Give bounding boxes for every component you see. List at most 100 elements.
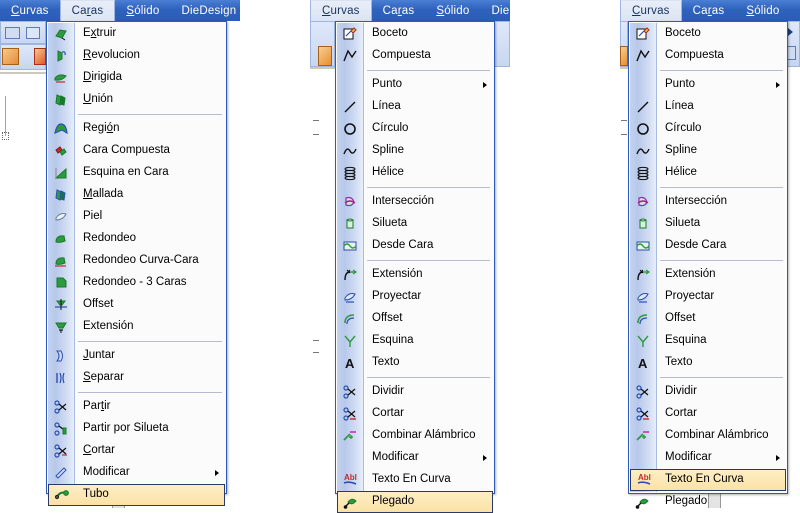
toolbar-icon-d[interactable] [26,27,40,39]
menu-item-boceto[interactable]: Boceto [336,23,494,45]
menu-item-circulo[interactable]: Círculo [629,118,787,140]
menu-dropdown-caras[interactable]: Extruir Revolucion Dirigida Unión Región Cara… [46,21,227,506]
menu-item-extruir[interactable]: Extruir [47,23,226,45]
menu-item-compuesta[interactable]: Compuesta [336,45,494,67]
menubar-item-caras[interactable]: Caras [372,0,426,21]
menu-dropdown-curvas[interactable]: Boceto Compuesta Punto Línea Círculo Spline Hé… [335,21,495,513]
menu-item-combinar-alambrico[interactable]: Combinar Alámbrico [629,425,787,447]
menu-item-label: Piel [83,210,103,223]
menu-item-region[interactable]: Región [47,118,226,140]
menu-item-desde-cara[interactable]: Desde Cara [629,235,787,257]
menu-item-silueta[interactable]: Silueta [336,213,494,235]
menubar[interactable]: CurvasCarasSólidoDieD [310,0,510,21]
menu-item-extension[interactable]: Extensión [47,316,226,338]
modify-icon [47,462,74,484]
menu-item-tubo[interactable]: Tubo [48,484,225,506]
line-icon [629,96,656,118]
menubar-item-s-lido[interactable]: Sólido [115,0,170,21]
menubar-item-caras[interactable]: Caras [682,0,736,21]
menu-item-linea[interactable]: Línea [336,96,494,118]
menu-item-cortar[interactable]: Cortar [47,440,226,462]
menu-item-redondeo-curva-cara[interactable]: Redondeo Curva-Cara [47,250,226,272]
menu-item-dirigida[interactable]: Dirigida [47,67,226,89]
menu-item-revolucion[interactable]: Revolucion [47,45,226,67]
right-panel-arrow[interactable] [788,28,793,36]
menubar-item-caras[interactable]: Caras [59,0,116,21]
menu-separator [336,184,494,191]
no-icon [629,447,656,469]
menu-item-separar[interactable]: Separar [47,367,226,389]
menu-item-boceto[interactable]: Boceto [629,23,787,45]
menu-item-plegado[interactable]: Plegado [629,491,787,513]
menu-item-cortar[interactable]: Cortar [629,403,787,425]
menu-item-modificar[interactable]: Modificar [47,462,226,484]
menu-item-desde-cara[interactable]: Desde Cara [336,235,494,257]
menu-item-proyectar[interactable]: Proyectar [336,286,494,308]
submenu-arrow-icon [483,455,487,461]
menu-item-dividir[interactable]: Dividir [629,381,787,403]
region-icon [47,118,74,140]
menu-item-redondeo[interactable]: Redondeo [47,228,226,250]
menu-item-esquina[interactable]: Esquina [336,330,494,352]
menu-item-proyectar[interactable]: Proyectar [629,286,787,308]
menu-item-spline[interactable]: Spline [336,140,494,162]
menu-item-circulo[interactable]: Círculo [336,118,494,140]
toolbar-icon-b[interactable] [34,48,46,65]
menu-item-texto[interactable]: A Texto [336,352,494,374]
menu-dropdown-curvas[interactable]: Boceto Compuesta Punto Línea Círculo Spline Hé… [628,21,788,509]
menu-item-modificar[interactable]: Modificar [629,447,787,469]
menu-item-silueta[interactable]: Silueta [629,213,787,235]
toolbar-icon-c[interactable] [5,27,20,39]
menu-item-interseccion[interactable]: Intersección [629,191,787,213]
toolbar-icon-orange[interactable] [620,46,628,66]
menu-item-plegado[interactable]: Plegado [337,491,493,513]
toolbar-icon-orange[interactable] [318,46,332,66]
menu-item-mallada[interactable]: Mallada [47,184,226,206]
menu-item-punto[interactable]: Punto [629,74,787,96]
menu-item-texto-en-curva[interactable]: Abl Texto En Curva [336,469,494,491]
menu-item-helice[interactable]: Hélice [629,162,787,184]
menu-item-texto-en-curva[interactable]: Abl Texto En Curva [630,469,786,491]
menu-item-punto[interactable]: Punto [336,74,494,96]
menubar-item-s-lido[interactable]: Sólido [735,0,790,21]
union-face-icon [47,89,74,111]
menu-item-offset[interactable]: Offset [629,308,787,330]
menubar[interactable]: CurvasCarasSólidoDieDesignMold [0,0,240,21]
menu-item-extension[interactable]: Extensión [336,264,494,286]
menubar-item-s-lido[interactable]: Sólido [425,0,480,21]
menu-item-cara-compuesta[interactable]: Cara Compuesta [47,140,226,162]
toolbar-icon-a[interactable] [2,48,19,65]
menu-item-piel[interactable]: Piel [47,206,226,228]
silhouette-icon [336,213,363,235]
menu-item-label: Redondeo [83,232,137,245]
menu-item-juntar[interactable]: Juntar [47,345,226,367]
menu-item-esquina-en-cara[interactable]: Esquina en Cara [47,162,226,184]
menu-item-texto[interactable]: A Texto [629,352,787,374]
menu-item-combinar-alambrico[interactable]: Combinar Alámbrico [336,425,494,447]
menu-item-helice[interactable]: Hélice [336,162,494,184]
menu-item-spline[interactable]: Spline [629,140,787,162]
menu-item-linea[interactable]: Línea [629,96,787,118]
menu-item-partir[interactable]: Partir [47,396,226,418]
circle-icon [336,118,363,140]
menu-item-esquina[interactable]: Esquina [629,330,787,352]
menubar-item-curvas[interactable]: Curvas [310,0,372,21]
menu-item-union[interactable]: Unión [47,89,226,111]
menu-item-partir-por-silueta[interactable]: Partir por Silueta [47,418,226,440]
menu-item-redondeo-3-caras[interactable]: Redondeo - 3 Caras [47,272,226,294]
menubar-item-curvas[interactable]: Curvas [0,0,60,21]
menu-item-compuesta[interactable]: Compuesta [629,45,787,67]
menubar[interactable]: CurvasCarasSólidoDieDe [620,0,800,21]
menu-item-interseccion[interactable]: Intersección [336,191,494,213]
menubar-item-diede[interactable]: DieDe [791,0,800,21]
menu-item-cortar[interactable]: Cortar [336,403,494,425]
menu-item-label: Círculo [665,122,702,135]
menu-item-extension[interactable]: Extensión [629,264,787,286]
menu-item-offset[interactable]: Offset [336,308,494,330]
menubar-item-diedesign[interactable]: DieDesign [171,0,240,21]
menu-item-dividir[interactable]: Dividir [336,381,494,403]
menubar-item-died[interactable]: DieD [481,0,510,21]
menu-item-offset[interactable]: Offset [47,294,226,316]
menubar-item-curvas[interactable]: Curvas [620,0,682,21]
menu-item-modificar[interactable]: Modificar [336,447,494,469]
